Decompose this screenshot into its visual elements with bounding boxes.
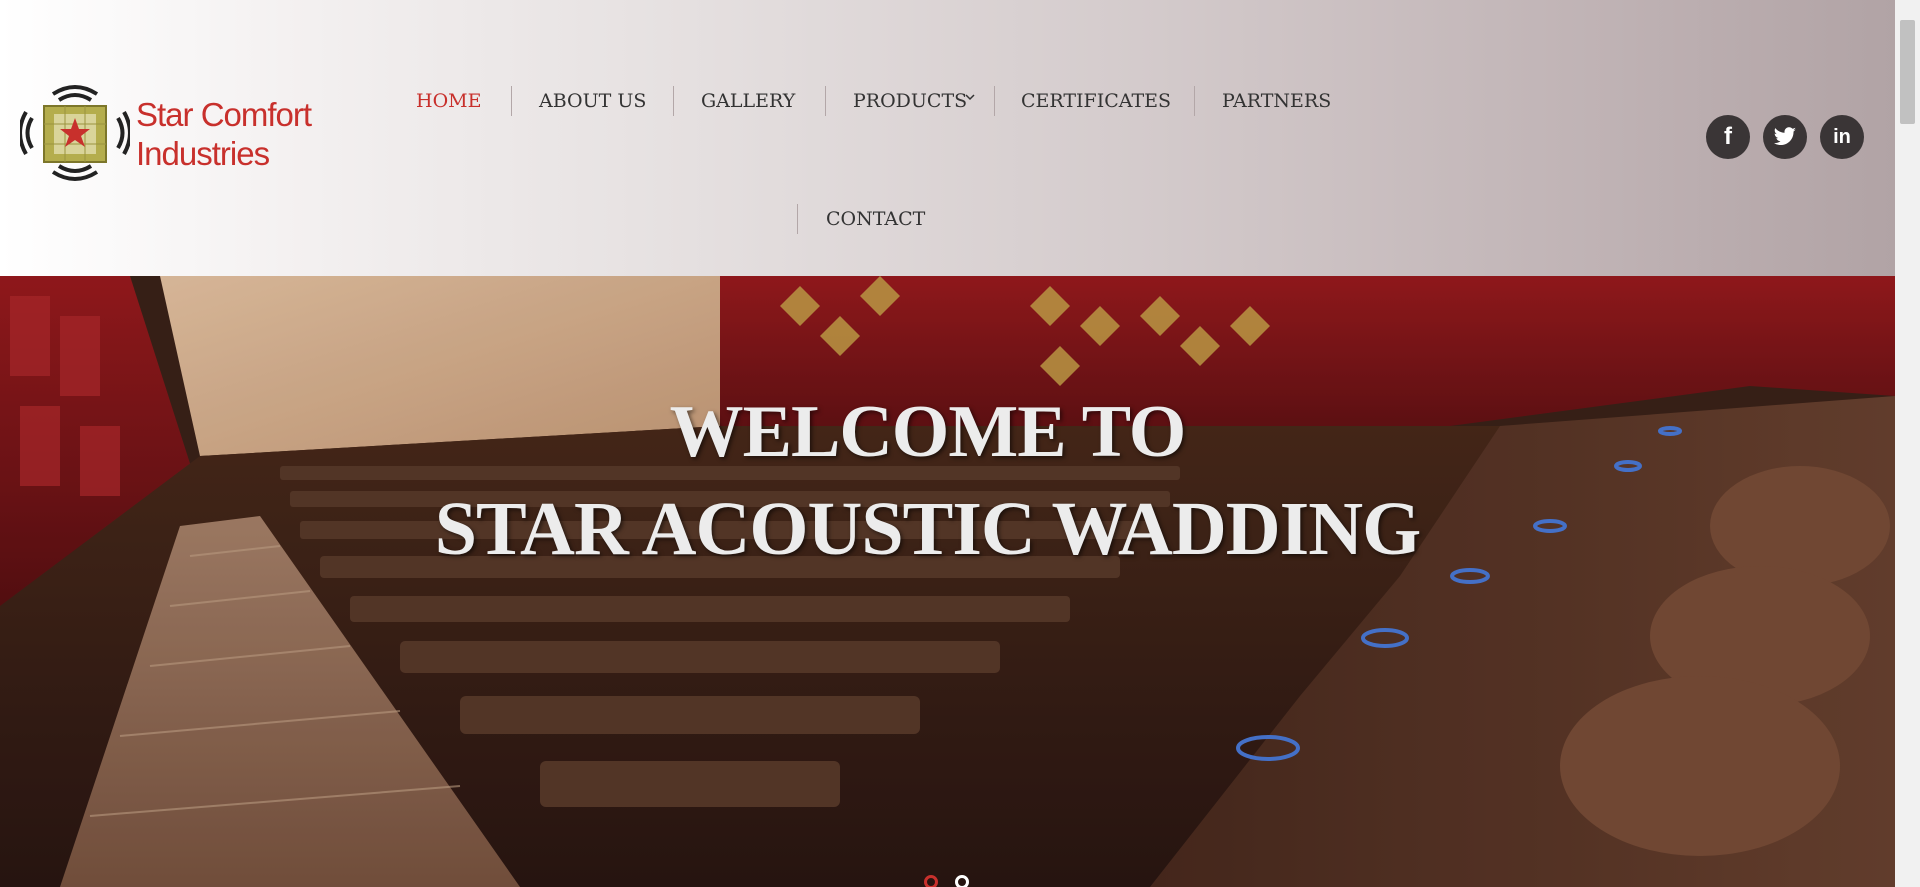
- hero-title-line1: WELCOME TO: [669, 391, 1187, 473]
- nav-about-us[interactable]: ABOUT US: [539, 90, 646, 112]
- linkedin-button[interactable]: in: [1820, 115, 1864, 159]
- facebook-icon: f: [1724, 123, 1732, 150]
- chevron-down-icon[interactable]: [964, 90, 976, 105]
- nav-separator: [673, 86, 674, 116]
- nav-contact[interactable]: CONTACT: [826, 208, 925, 230]
- nav-home[interactable]: HOME: [416, 90, 481, 112]
- logo-emblem-icon: [20, 85, 130, 181]
- facebook-button[interactable]: f: [1706, 115, 1750, 159]
- nav-partners[interactable]: PARTNERS: [1222, 90, 1331, 112]
- hero-title-line2: STAR ACOUSTIC WADDING: [434, 487, 1422, 571]
- slider-dot-1[interactable]: [924, 875, 938, 887]
- nav-certificates[interactable]: CERTIFICATES: [1021, 90, 1171, 112]
- twitter-button[interactable]: [1763, 115, 1807, 159]
- nav-separator: [994, 86, 995, 116]
- site-logo[interactable]: Star Comfort Industries: [20, 82, 330, 184]
- nav-separator: [1194, 86, 1195, 116]
- brand-name-line2: Industries: [136, 135, 270, 172]
- nav-products[interactable]: PRODUCTS: [853, 90, 967, 112]
- scrollbar-thumb[interactable]: [1900, 20, 1915, 124]
- linkedin-icon: in: [1833, 125, 1851, 148]
- page: Star Comfort Industries HOME ABOUT US GA…: [0, 0, 1920, 887]
- slider-dot-2[interactable]: [955, 875, 969, 887]
- nav-separator: [511, 86, 512, 116]
- twitter-icon: [1773, 127, 1796, 145]
- nav-separator: [797, 204, 798, 234]
- nav-gallery[interactable]: GALLERY: [701, 90, 795, 112]
- hero-theater-image: [0, 276, 1895, 887]
- brand-name-line1: Star Comfort: [136, 96, 312, 133]
- page-scrollbar[interactable]: [1895, 0, 1920, 887]
- hero-slider: WELCOME TO STAR ACOUSTIC WADDING: [0, 276, 1895, 887]
- nav-separator: [825, 86, 826, 116]
- site-header: Star Comfort Industries HOME ABOUT US GA…: [0, 0, 1895, 276]
